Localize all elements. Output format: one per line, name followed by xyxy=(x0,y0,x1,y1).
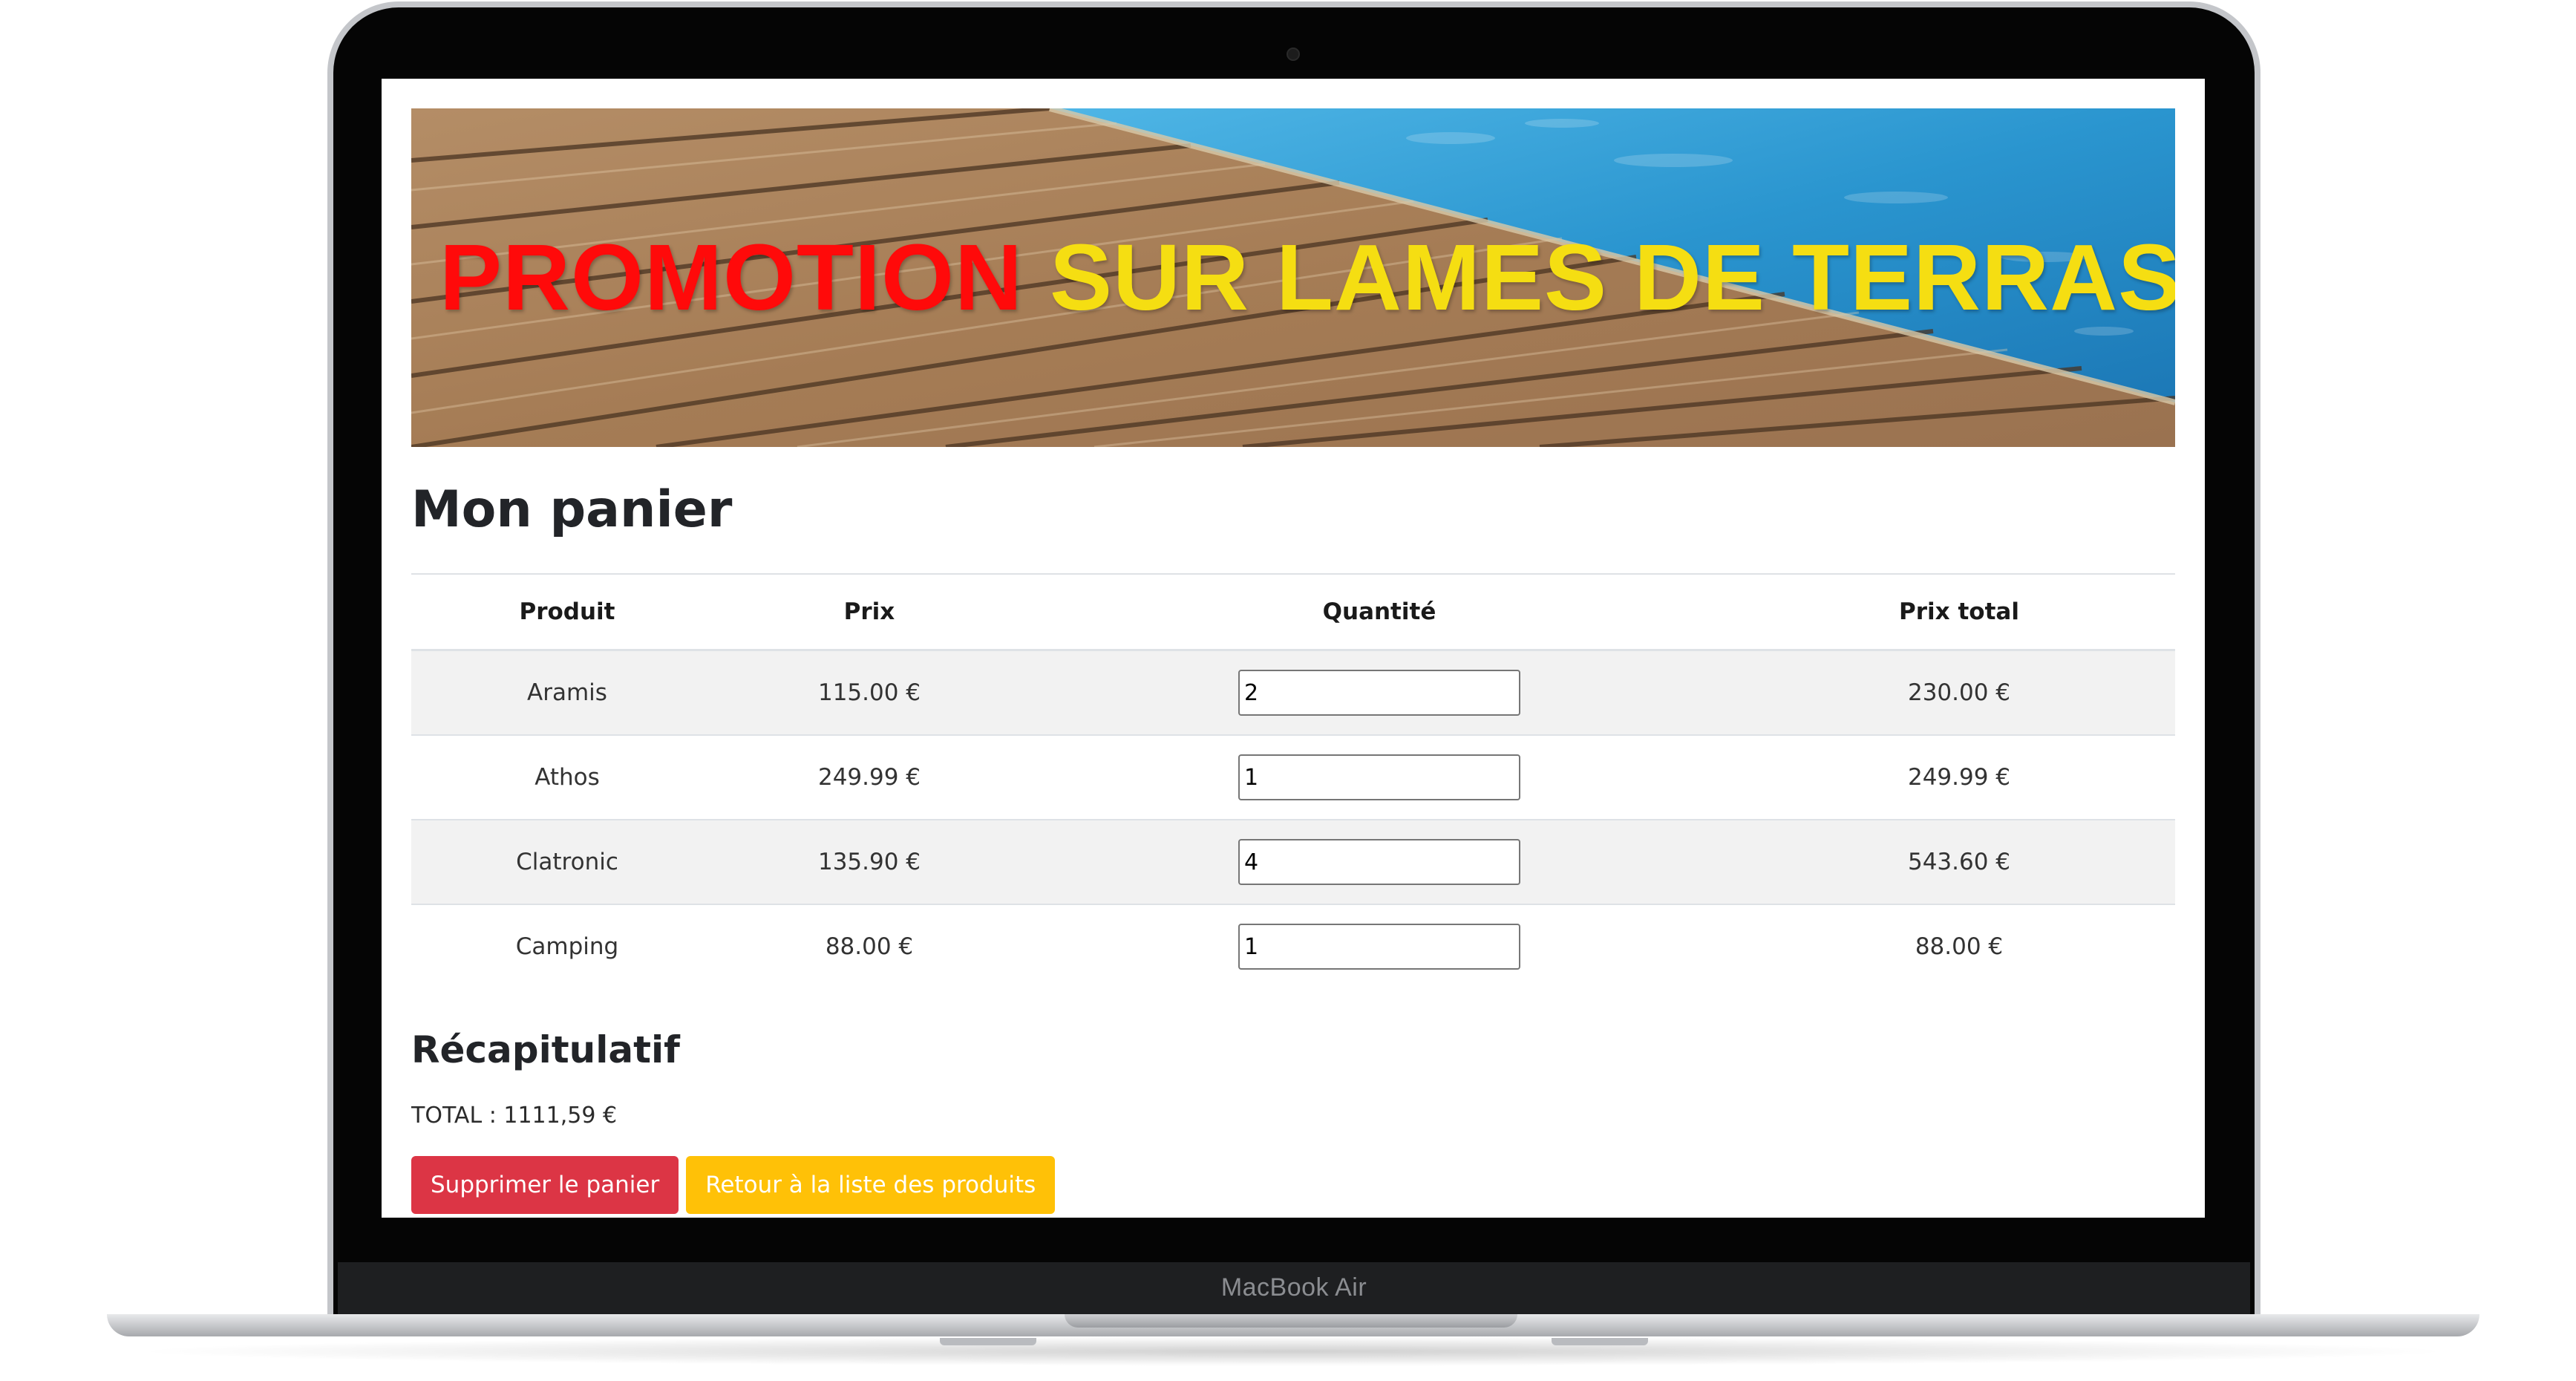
cell-quantity xyxy=(1016,819,1743,904)
laptop-notch xyxy=(1065,1314,1517,1328)
banner-title-promotion: PROMOTION xyxy=(439,225,1023,330)
cell-quantity xyxy=(1016,649,1743,735)
table-header-row: Produit Prix Quantité Prix total xyxy=(411,574,2175,651)
quantity-input[interactable] xyxy=(1238,670,1520,716)
device-label: MacBook Air xyxy=(1220,1273,1367,1302)
cell-product: Camping xyxy=(411,904,723,988)
back-to-products-button[interactable]: Retour à la liste des produits xyxy=(686,1156,1056,1214)
cell-price: 135.90 € xyxy=(723,819,1016,904)
total-amount: TOTAL : 1111,59 € xyxy=(411,1103,618,1129)
cell-product: Aramis xyxy=(411,649,723,735)
header-quantity: Quantité xyxy=(1016,574,1743,651)
cell-price: 115.00 € xyxy=(723,649,1016,735)
laptop-foot xyxy=(940,1338,1036,1345)
banner-title-subtitle: SUR LAMES DE TERRASSE xyxy=(1050,225,2175,330)
cell-quantity xyxy=(1016,734,1743,820)
table-row: Athos 249.99 € 249.99 € xyxy=(411,734,2175,820)
summary-title: Récapitulatif xyxy=(411,1028,680,1071)
laptop-foot xyxy=(1552,1338,1648,1345)
banner-title: PROMOTION SUR LAMES DE TERRASSE xyxy=(439,108,2175,447)
table-row: Clatronic 135.90 € 543.60 € xyxy=(411,819,2175,904)
table-row: Aramis 115.00 € 230.00 € xyxy=(411,649,2175,735)
page-title: Mon panier xyxy=(411,480,733,539)
webcam-icon xyxy=(1287,48,1300,61)
header-product: Produit xyxy=(411,574,723,651)
header-price: Prix xyxy=(723,574,1016,651)
cart-table: Produit Prix Quantité Prix total Aramis … xyxy=(411,573,2175,988)
cell-total: 230.00 € xyxy=(1743,649,2175,735)
laptop-shadow xyxy=(126,1336,2460,1366)
promo-banner: PROMOTION SUR LAMES DE TERRASSE xyxy=(411,108,2175,447)
cell-total: 249.99 € xyxy=(1743,734,2175,820)
cell-product: Clatronic xyxy=(411,819,723,904)
cell-product: Athos xyxy=(411,734,723,820)
page-content: PROMOTION SUR LAMES DE TERRASSE Mon pani… xyxy=(411,108,2175,1214)
cart-actions: Supprimer le panier Retour à la liste de… xyxy=(411,1156,2175,1214)
quantity-input[interactable] xyxy=(1238,839,1520,885)
header-total: Prix total xyxy=(1743,574,2175,651)
quantity-input[interactable] xyxy=(1238,924,1520,970)
cell-price: 88.00 € xyxy=(723,904,1016,988)
table-row: Camping 88.00 € 88.00 € xyxy=(411,904,2175,988)
cell-price: 249.99 € xyxy=(723,734,1016,820)
clear-cart-button[interactable]: Supprimer le panier xyxy=(411,1156,679,1214)
cell-quantity xyxy=(1016,904,1743,988)
quantity-input[interactable] xyxy=(1238,754,1520,800)
cell-total: 88.00 € xyxy=(1743,904,2175,988)
cell-total: 543.60 € xyxy=(1743,819,2175,904)
screen: PROMOTION SUR LAMES DE TERRASSE Mon pani… xyxy=(382,79,2205,1218)
